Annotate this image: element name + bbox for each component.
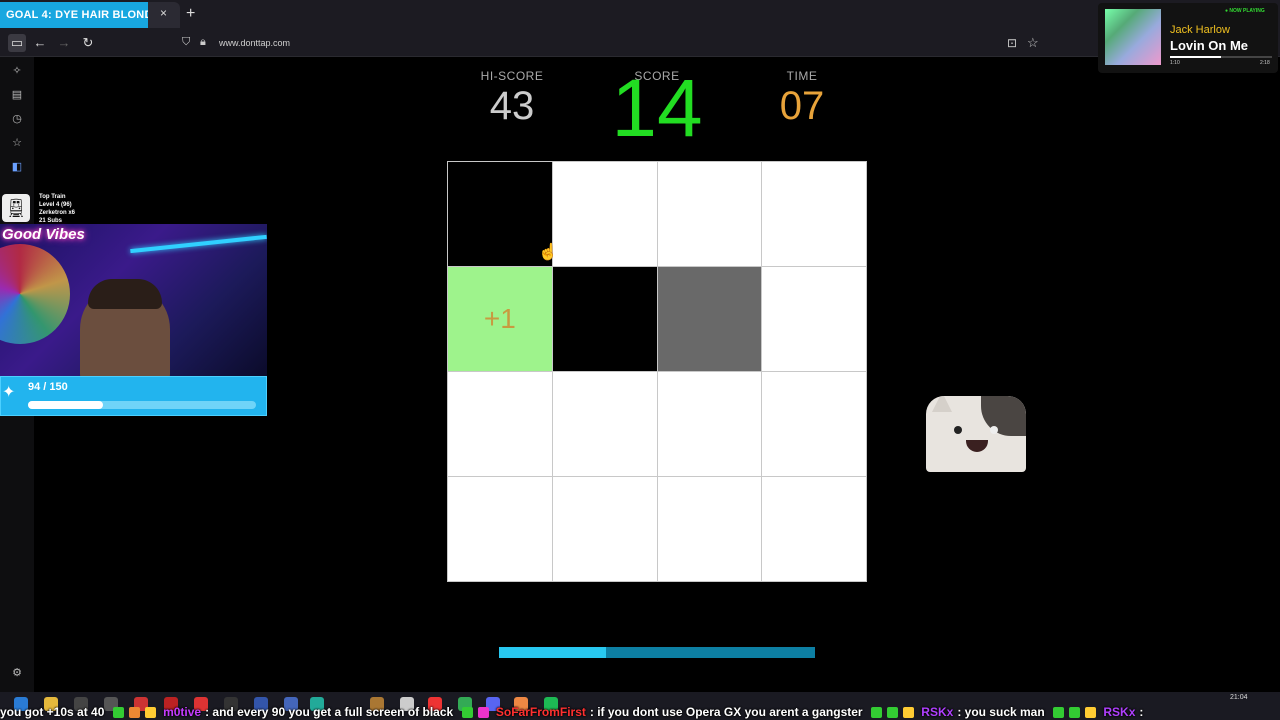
tile-white[interactable] [552,477,657,581]
prize-wheel [0,244,70,344]
cat-ear [932,396,952,412]
extension-icon[interactable]: ◧ [9,159,25,175]
chat-message: : you suck man [957,705,1045,719]
address-bar[interactable]: www.donttap.com [219,38,290,48]
favorites-star-icon[interactable]: ☆ [9,135,25,151]
history-icon[interactable]: ◷ [9,111,25,127]
chat-message: you got +10s at 40 [0,705,105,719]
tab-title: GOAL 4: DYE HAIR BLONDE [0,2,148,28]
emote-icon [886,707,898,719]
tab-bar: GOAL 4: DYE HAIR BLONDE × + [0,0,1280,30]
tile-white[interactable] [552,162,657,266]
score-value: 14 [611,63,703,154]
back-button[interactable]: ← [31,34,49,52]
emote-icon [902,707,914,719]
good-vibes-sign: Good Vibes [2,226,85,243]
chat-username: RSKx [1103,705,1136,719]
neon-light [130,234,267,254]
tile-green[interactable]: +1 [448,267,552,371]
ai-sparkle-icon[interactable]: ✧ [9,63,25,79]
chat-username: SoFarFromFirst [495,705,586,719]
track-progress-fill [1170,56,1221,58]
tile-white[interactable] [657,372,762,476]
lock-icon: 🔒︎ [200,36,206,48]
clock: 21:04 [1230,694,1248,701]
hype-train-info: Top Train Level 4 (96) Zerketron x6 21 S… [39,193,75,225]
tile-white[interactable] [448,372,552,476]
nav-bar: ▭ ← → ↻ ⛉ 🔒︎ www.donttap.com ⊡ ☆ [0,30,1280,57]
cat-patch [981,396,1026,436]
train-icon: 🚆︎ [2,194,30,222]
shield-icon[interactable]: ⛉ [182,36,194,50]
emote-icon [112,707,124,719]
tile-gray[interactable] [657,267,762,371]
chat-username: m0tive [163,705,202,719]
tile-white[interactable] [762,477,866,581]
cat-mouth [966,440,988,452]
cat-emote [926,396,1026,472]
webcam-feed [0,224,267,376]
time-label: TIME [786,69,818,83]
close-tab-icon[interactable]: × [160,6,167,20]
screen: GOAL 4: DYE HAIR BLONDE × + ▭ ← → ↻ ⛉ 🔒︎… [0,0,1280,720]
sidebar-toggle-icon[interactable]: ▭ [8,34,26,52]
tile-black[interactable] [552,267,657,371]
tile-white[interactable] [448,477,552,581]
reload-button[interactable]: ↻ [79,34,97,52]
track-title: Lovin On Me [1170,38,1248,53]
emote-icon [461,707,473,719]
sub-goal-fill [28,401,104,409]
streamer-hair [88,279,162,309]
emote-icon [144,707,156,719]
chat-message: : if you dont use Opera GX you arent a g… [589,705,863,719]
emote-icon [1085,707,1097,719]
chat-message: : and every 90 you get a full screen of … [205,705,454,719]
tile-black[interactable] [448,162,552,266]
chat-username: RSKx [921,705,954,719]
bookmark-star-icon[interactable]: ☆ [1027,35,1039,51]
settings-gear-icon[interactable]: ⚙ [9,665,25,681]
train-title: Top Train [39,194,66,200]
new-tab-button[interactable]: + [186,5,195,23]
hand-cursor-icon: ☝ [538,244,558,261]
tile-white[interactable] [657,162,762,266]
tile-grid: +1 [447,161,867,582]
train-top-user: Zerketron x6 [39,210,76,216]
tile-white[interactable] [657,477,762,581]
emote-icon [477,707,489,719]
album-art [1105,9,1161,65]
track-artist: Jack Harlow [1170,24,1230,36]
workspaces-icon[interactable]: ▤ [9,87,25,103]
chat-ticker: you got +10s at 40 m0tive: and every 90 … [0,705,1280,720]
emote-icon [1069,707,1081,719]
now-playing-badge: ● NOW PLAYING [1225,8,1265,14]
browser-tab[interactable]: GOAL 4: DYE HAIR BLONDE × [0,2,180,28]
track-elapsed: 1:10 [1170,60,1180,66]
tile-white[interactable] [762,372,866,476]
cat-eye-right [990,426,998,434]
forward-button[interactable]: → [55,34,73,52]
cat-eye-left [954,426,962,434]
goal-star-icon: ✦ [2,384,16,401]
sub-goal-count: 94 / 150 [28,381,68,393]
train-level: Level 4 (96) [39,202,72,208]
track-duration: 2:18 [1260,60,1270,66]
chat-message: : [1139,705,1144,719]
hi-score-value: 43 [489,84,535,128]
tile-white[interactable] [762,267,866,371]
hi-score-label: HI-SCORE [480,69,544,83]
tile-white[interactable] [552,372,657,476]
emote-icon [870,707,882,719]
time-bar [499,647,815,658]
emote-icon [1053,707,1065,719]
tile-white[interactable] [762,162,866,266]
time-bar-fill [499,647,607,658]
tap-feedback: +1 [483,303,516,334]
emote-icon [128,707,140,719]
time-value: 07 [779,84,825,128]
snapshot-icon[interactable]: ⊡ [1007,36,1017,50]
